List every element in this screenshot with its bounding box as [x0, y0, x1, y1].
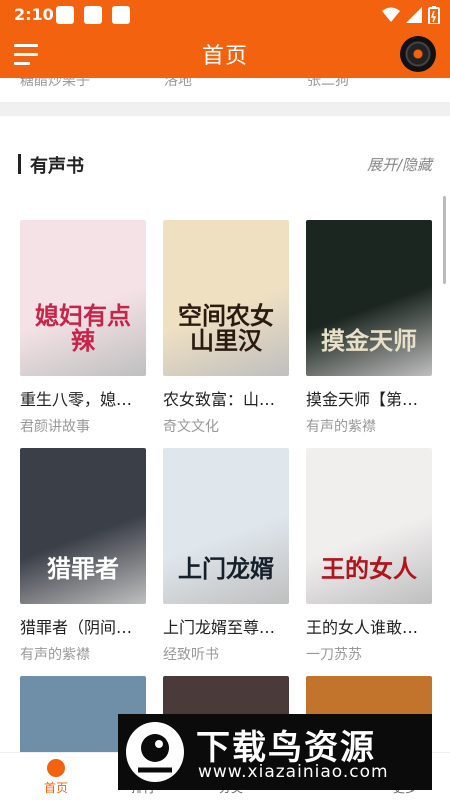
- book-title: 重生八零，媳…: [20, 390, 133, 409]
- cover-title: 摸金天师: [321, 326, 417, 355]
- watermark-banner: 下载鸟资源 www.xiazainiao.com: [118, 714, 432, 790]
- author-label: 张二狗: [307, 78, 349, 89]
- book-card[interactable]: 上门龙婿 上门龙婿至尊… 经致听书: [163, 448, 289, 664]
- cover-title: 上门龙婿: [178, 554, 274, 583]
- section-marker: [18, 154, 21, 174]
- tab-label: 首页: [43, 781, 68, 795]
- cover-title: 王的女人: [321, 554, 417, 583]
- cover-title: 猎罪者: [47, 554, 119, 583]
- book-cover: 摸金天师: [306, 220, 432, 376]
- notification-icon: [84, 6, 102, 24]
- notification-icon: [112, 6, 130, 24]
- book-cover: 空间农女山里汉: [163, 220, 289, 376]
- tab-home[interactable]: 首页: [11, 753, 101, 800]
- book-title: 猎罪者（阴间…: [20, 618, 133, 637]
- book-title: 王的女人谁敢…: [306, 618, 419, 637]
- book-author: 君颜讲故事: [20, 419, 90, 435]
- book-author: 经致听书: [163, 647, 219, 663]
- expand-collapse-button[interactable]: 展开/隐藏: [367, 154, 432, 175]
- cover-title: 空间农女山里汉: [178, 301, 274, 355]
- book-title: 上门龙婿至尊…: [163, 618, 276, 637]
- book-cover: 王的女人: [306, 448, 432, 604]
- notification-icon: [56, 6, 74, 24]
- section-divider: [0, 102, 450, 116]
- previous-list-row: 糖醋炒栗子 洛地 张二狗: [0, 78, 450, 102]
- book-card[interactable]: 王的女人 王的女人谁敢… 一刀苏苏: [306, 448, 432, 664]
- book-author: 一刀苏苏: [306, 647, 362, 663]
- section-title: 有声书: [30, 156, 84, 177]
- page-title: 首页: [201, 44, 248, 69]
- book-author: 奇文文化: [163, 419, 219, 435]
- watermark-url: www.xiazainiao.com: [198, 762, 389, 782]
- book-card[interactable]: 空间农女山里汉 农女致富：山… 奇文文化: [163, 220, 289, 436]
- book-card[interactable]: 媳妇有点辣 重生八零，媳… 君颜讲故事: [20, 220, 146, 436]
- status-time: 2:10: [14, 5, 54, 24]
- signal-icon: [406, 7, 422, 23]
- book-author: 有声的紫襟: [306, 419, 376, 435]
- book-cover: 上门龙婿: [163, 448, 289, 604]
- book-title: 农女致富：山…: [163, 390, 276, 409]
- record-disc-icon[interactable]: [400, 36, 436, 72]
- book-author: 有声的紫襟: [20, 647, 90, 663]
- home-icon: [47, 759, 65, 777]
- author-label: 糖醋炒栗子: [20, 78, 90, 89]
- app-header: 首页: [0, 30, 450, 78]
- book-cover: 猎罪者: [20, 448, 146, 604]
- book-card[interactable]: 猎罪者 猎罪者（阴间… 有声的紫襟: [20, 448, 146, 664]
- book-cover: 媳妇有点辣: [20, 220, 146, 376]
- author-label: 洛地: [164, 78, 192, 89]
- cover-title: 媳妇有点辣: [35, 301, 131, 355]
- book-card[interactable]: 摸金天师 摸金天师【第… 有声的紫襟: [306, 220, 432, 436]
- battery-icon: [428, 6, 440, 24]
- book-title: 摸金天师【第…: [306, 390, 419, 409]
- scrollbar[interactable]: [443, 196, 446, 284]
- system-icons: [382, 6, 440, 24]
- bird-logo-icon: [126, 722, 184, 782]
- wifi-icon: [382, 7, 400, 22]
- section-header: 有声书 展开/隐藏: [0, 148, 450, 180]
- status-bar: 2:10: [0, 0, 450, 30]
